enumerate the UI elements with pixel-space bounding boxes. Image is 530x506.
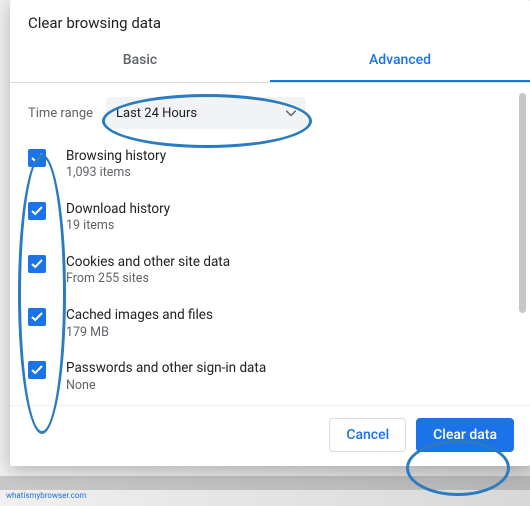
check-icon xyxy=(31,152,43,164)
option-sub: From 255 sites xyxy=(66,271,230,288)
check-icon xyxy=(31,364,43,376)
option-name: Cached images and files xyxy=(66,306,213,324)
dialog-footer: Cancel Clear data xyxy=(10,405,530,466)
option-download-history: Download history 19 items xyxy=(28,200,514,235)
option-text: Download history 19 items xyxy=(66,200,170,235)
option-text: Passwords and other sign-in data None xyxy=(66,359,266,394)
option-passwords: Passwords and other sign-in data None xyxy=(28,359,514,394)
time-range-row: Time range Last 24 Hours xyxy=(28,97,514,129)
option-cached: Cached images and files 179 MB xyxy=(28,306,514,341)
checkbox-cookies[interactable] xyxy=(28,255,46,273)
option-name: Passwords and other sign-in data xyxy=(66,359,266,377)
clear-browsing-data-dialog: Clear browsing data Basic Advanced Time … xyxy=(10,0,530,466)
option-sub: None xyxy=(66,378,266,395)
backdrop-stripe xyxy=(0,476,530,490)
chevron-down-icon xyxy=(286,106,296,121)
option-text: Cached images and files 179 MB xyxy=(66,306,213,341)
watermark: whatismybrowser.com xyxy=(6,491,86,500)
option-text: Browsing history 1,093 items xyxy=(66,147,166,182)
dialog-title: Clear browsing data xyxy=(10,0,530,42)
time-range-select[interactable]: Last 24 Hours xyxy=(106,97,306,129)
checkbox-cached[interactable] xyxy=(28,308,46,326)
checkbox-download-history[interactable] xyxy=(28,202,46,220)
option-sub: 1,093 items xyxy=(66,165,166,182)
scrollbar[interactable] xyxy=(519,93,526,313)
option-sub: 179 MB xyxy=(66,325,213,342)
checkbox-passwords[interactable] xyxy=(28,361,46,379)
checkbox-browsing-history[interactable] xyxy=(28,149,46,167)
option-name: Cookies and other site data xyxy=(66,253,230,271)
scroll-fade xyxy=(10,395,512,405)
check-icon xyxy=(31,258,43,270)
option-browsing-history: Browsing history 1,093 items xyxy=(28,147,514,182)
cancel-button[interactable]: Cancel xyxy=(329,418,406,452)
option-text: Cookies and other site data From 255 sit… xyxy=(66,253,230,288)
check-icon xyxy=(31,311,43,323)
tab-basic[interactable]: Basic xyxy=(10,42,270,82)
tab-advanced[interactable]: Advanced xyxy=(270,42,530,82)
option-name: Download history xyxy=(66,200,170,218)
option-cookies: Cookies and other site data From 255 sit… xyxy=(28,253,514,288)
check-icon xyxy=(31,205,43,217)
option-sub: 19 items xyxy=(66,218,170,235)
clear-data-button[interactable]: Clear data xyxy=(416,418,514,452)
options-scroll-area: Time range Last 24 Hours Browsing histor… xyxy=(10,83,530,405)
option-name: Browsing history xyxy=(66,147,166,165)
tabs: Basic Advanced xyxy=(10,42,530,83)
time-range-value: Last 24 Hours xyxy=(116,106,197,121)
time-range-label: Time range xyxy=(28,106,106,121)
